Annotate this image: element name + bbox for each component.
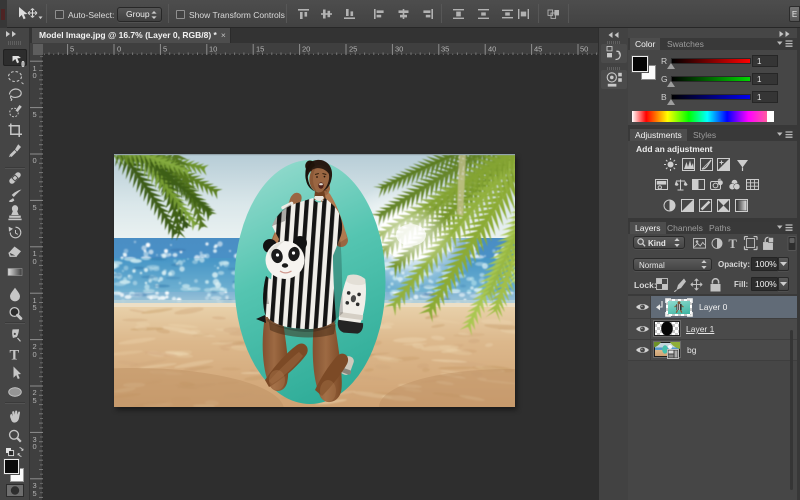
svg-text:25: 25	[349, 45, 357, 54]
svg-text:15: 15	[256, 45, 264, 54]
svg-text:35: 35	[441, 45, 449, 54]
svg-text:5: 5	[163, 45, 167, 54]
svg-text:0: 0	[117, 45, 121, 54]
svg-text:5: 5	[33, 489, 37, 498]
svg-text:5: 5	[33, 110, 37, 119]
svg-text:20: 20	[302, 45, 310, 54]
svg-text:0: 0	[33, 71, 37, 80]
svg-text:0: 0	[33, 350, 37, 359]
svg-text:5: 5	[33, 203, 37, 212]
svg-text:30: 30	[395, 45, 403, 54]
svg-text:40: 40	[488, 45, 496, 54]
svg-text:5: 5	[33, 396, 37, 405]
svg-text:5: 5	[33, 303, 37, 312]
svg-text:50: 50	[580, 45, 588, 54]
svg-text:0: 0	[33, 257, 37, 266]
svg-text:T: T	[729, 237, 738, 251]
svg-text:0: 0	[33, 442, 37, 451]
svg-text:T: T	[10, 348, 20, 364]
svg-text:0: 0	[33, 156, 37, 165]
svg-text:45: 45	[534, 45, 542, 54]
svg-text:10: 10	[209, 45, 217, 54]
svg-text:5: 5	[70, 45, 74, 54]
